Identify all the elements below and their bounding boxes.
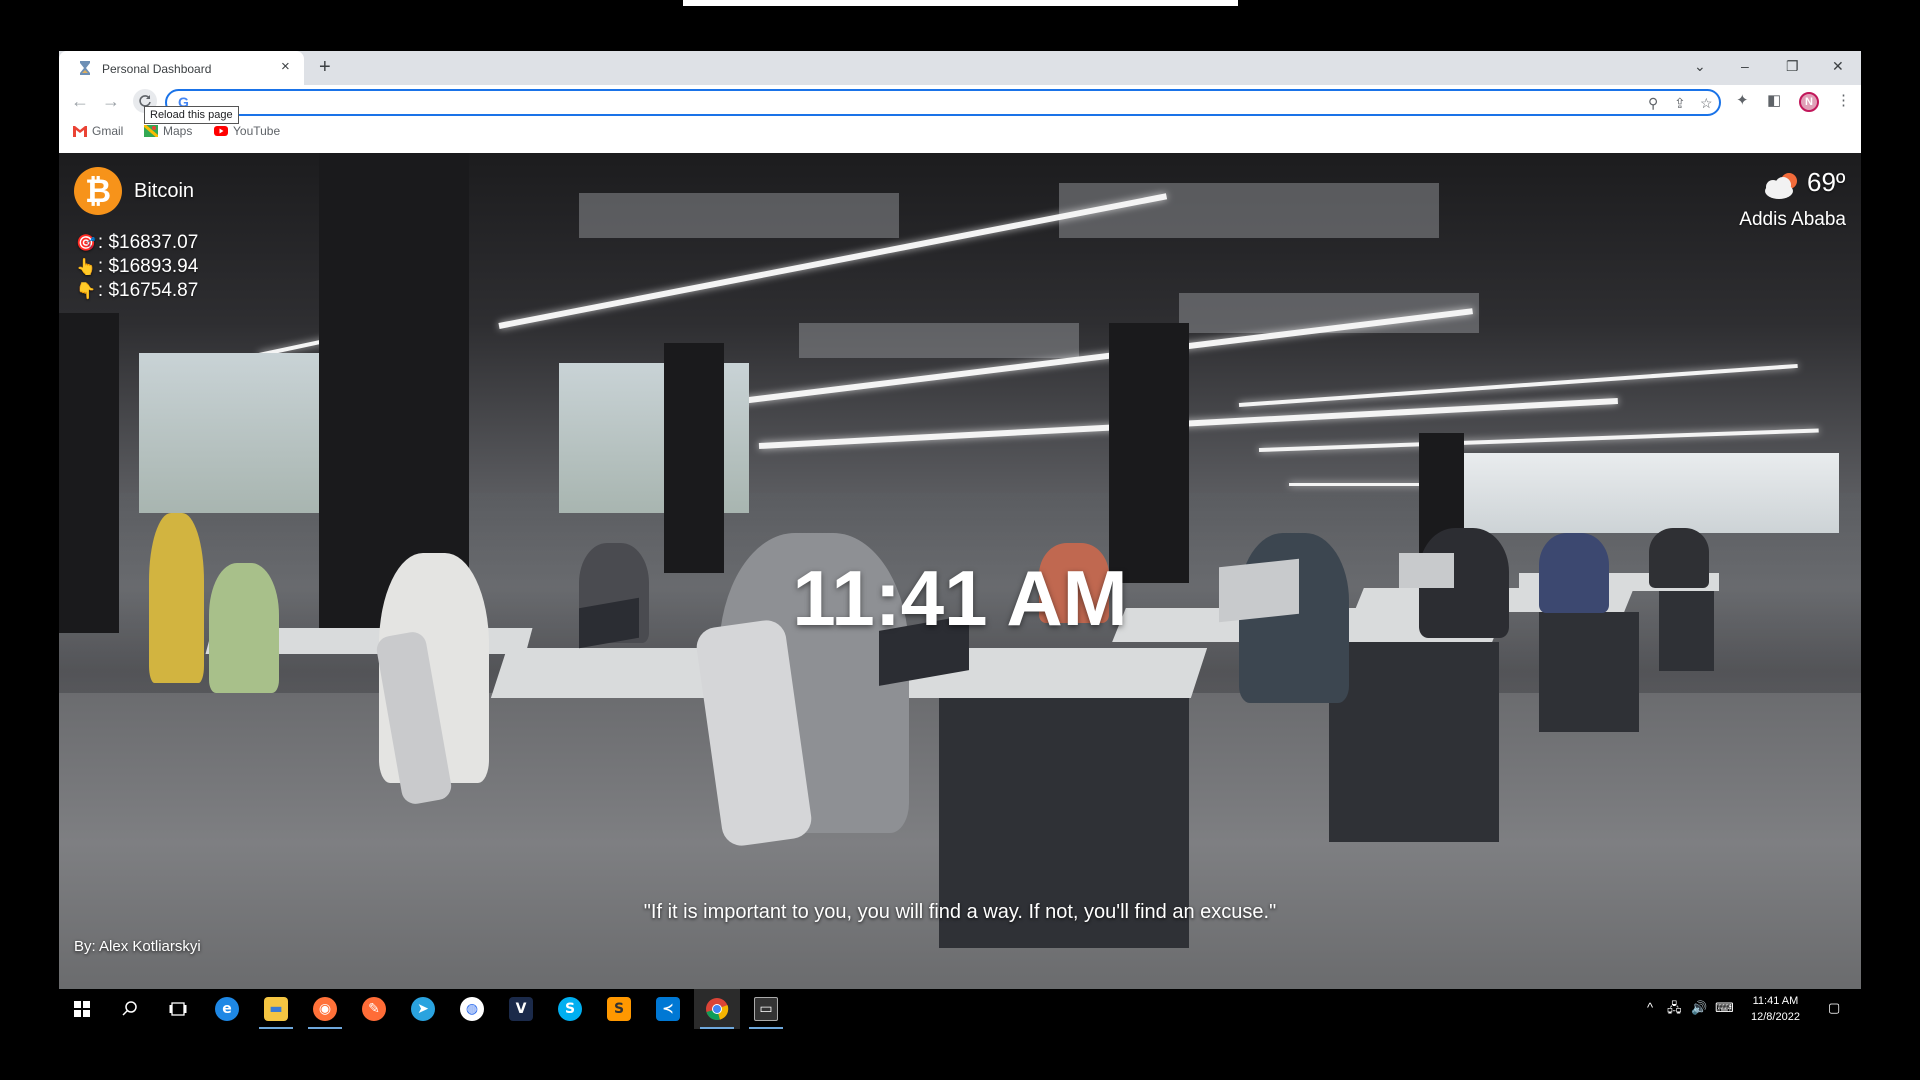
running-indicator [308,1027,342,1029]
close-window-button[interactable]: ✕ [1832,57,1844,75]
cloudy-weather-icon [1765,173,1797,199]
show-hidden-icons-chevron[interactable]: ^ [1647,1001,1653,1015]
vivaldi-icon: V [509,997,533,1021]
forward-button[interactable]: → [102,92,120,110]
taskbar-vscode[interactable]: ≺ [645,989,691,1029]
taskbar-task-view[interactable] [155,989,201,1029]
side-panel-icon[interactable]: ◧ [1767,93,1781,109]
taskbar-search-button[interactable] [107,989,153,1029]
pointing-down-icon: 👇 [76,283,96,300]
low-price: 👇 : $16754.87 [76,280,198,302]
terminal-icon: ▭ [754,997,778,1021]
tab-title: Personal Dashboard [102,62,212,76]
weather-city: Addis Ababa [1739,209,1846,230]
signal-icon: ◍ [460,997,484,1021]
keyboard-icon[interactable]: ⌨ [1715,1001,1734,1015]
taskbar-clock[interactable]: 11:41 AM 12/8/2022 [1751,993,1800,1025]
running-indicator [700,1027,734,1029]
taskbar-time: 11:41 AM [1752,995,1799,1007]
sublime-text-icon: S [607,997,631,1021]
hourglass-icon [80,61,90,75]
taskbar-telegram[interactable]: ➤ [400,989,446,1029]
taskbar-skype[interactable]: S [547,989,593,1029]
bookmark-maps[interactable]: Maps [144,124,192,138]
location-pin-icon[interactable]: ⚲ [1648,95,1658,111]
notifications-icon[interactable]: ▢ [1828,1001,1840,1015]
bookmark-gmail[interactable]: Gmail [73,124,123,138]
taskbar-vivaldi[interactable]: V [498,989,544,1029]
bookmarks-bar: Gmail Maps YouTube [59,119,1861,143]
taskbar-date: 12/8/2022 [1751,1011,1800,1023]
back-button[interactable]: ← [71,92,89,110]
taskbar-file-explorer[interactable]: ▬ [253,989,299,1029]
postman-icon: ✎ [362,997,386,1021]
restore-button[interactable]: ❐ [1786,57,1799,75]
volume-icon[interactable]: 🔊 [1691,1001,1707,1015]
low-price-value: : $16754.87 [97,280,199,301]
taskbar-terminal[interactable]: ▭ [743,989,789,1029]
tab-personal-dashboard[interactable]: Personal Dashboard × [59,51,304,85]
gmail-icon [73,126,87,137]
taskbar-chrome[interactable]: ◎ [694,989,740,1029]
tab-close-icon[interactable]: × [281,59,290,75]
vscode-icon: ≺ [656,997,680,1021]
internet-explorer-icon: e [215,997,239,1021]
browser-toolbar: ← → G ⚲ ⇪ ☆ ✦ ◧ N ⋮ [59,85,1861,119]
current-price-value: : $16837.07 [97,232,199,253]
running-indicator [259,1027,293,1029]
bookmark-label: YouTube [233,124,281,138]
pointing-up-icon: 👆 [76,259,96,276]
youtube-icon [214,126,228,136]
folder-icon: ▬ [264,997,288,1021]
taskbar-internet-explorer[interactable]: e [204,989,250,1029]
firefox-icon: ◉ [313,997,337,1021]
share-icon[interactable]: ⇪ [1674,95,1686,111]
target-icon: 🎯 [76,235,96,252]
dashboard-clock: 11:41 AM [792,554,1128,642]
coin-name: Bitcoin [134,180,195,202]
taskbar-postman[interactable]: ✎ [351,989,397,1029]
top-white-strip [683,0,1238,6]
taskbar-start-button[interactable] [59,989,105,1029]
bitcoin-logo-icon: ₿ [74,167,122,215]
extensions-icon[interactable]: ✦ [1736,93,1749,109]
bookmark-label: Gmail [92,124,124,138]
minimize-button[interactable]: – [1741,57,1749,75]
windows-logo-icon [74,1001,90,1017]
network-icon[interactable]: 🖧 [1667,1001,1682,1015]
weather-temperature: 69º [1807,167,1846,197]
address-bar[interactable]: G ⚲ ⇪ ☆ [165,89,1721,116]
tab-bar: Personal Dashboard × + ⌄ – ❐ ✕ [59,51,1861,85]
bookmark-star-icon[interactable]: ☆ [1700,95,1713,111]
taskbar-firefox[interactable]: ◉ [302,989,348,1029]
tab-search-icon[interactable]: ⌄ [1694,57,1706,75]
task-view-icon [169,1002,187,1016]
dashboard-page: ₿ Bitcoin 🎯 : $16837.07 👆 : $16893.94 👇 … [59,153,1861,989]
new-tab-button[interactable]: + [319,57,331,77]
skype-icon: S [558,997,582,1021]
running-indicator [749,1027,783,1029]
profile-avatar[interactable]: N [1799,92,1819,112]
high-price-value: : $16893.94 [97,256,199,277]
taskbar-signal[interactable]: ◍ [449,989,495,1029]
search-icon [122,1001,137,1016]
bookmark-youtube[interactable]: YouTube [214,124,280,138]
taskbar-sublime-text[interactable]: S [596,989,642,1029]
browser-window: Personal Dashboard × + ⌄ – ❐ ✕ ← → G ⚲ ⇪… [59,51,1861,989]
bookmark-label: Maps [163,124,193,138]
current-price: 🎯 : $16837.07 [76,232,198,254]
photo-credit: By: Alex Kotliarskyi [74,938,201,955]
windows-taskbar: e ▬ ◉ ✎ ➤ ◍ V S S ≺ ◎ ▭ ^ [59,989,1861,1029]
high-price: 👆 : $16893.94 [76,256,198,278]
reload-tooltip: Reload this page [144,106,239,124]
more-menu-icon[interactable]: ⋮ [1836,93,1851,109]
dashboard-overlay: ₿ Bitcoin 🎯 : $16837.07 👆 : $16893.94 👇 … [59,153,1861,989]
telegram-icon: ➤ [411,997,435,1021]
daily-quote: "If it is important to you, you will fin… [643,901,1277,923]
maps-icon [144,125,158,137]
chrome-icon [706,998,729,1020]
